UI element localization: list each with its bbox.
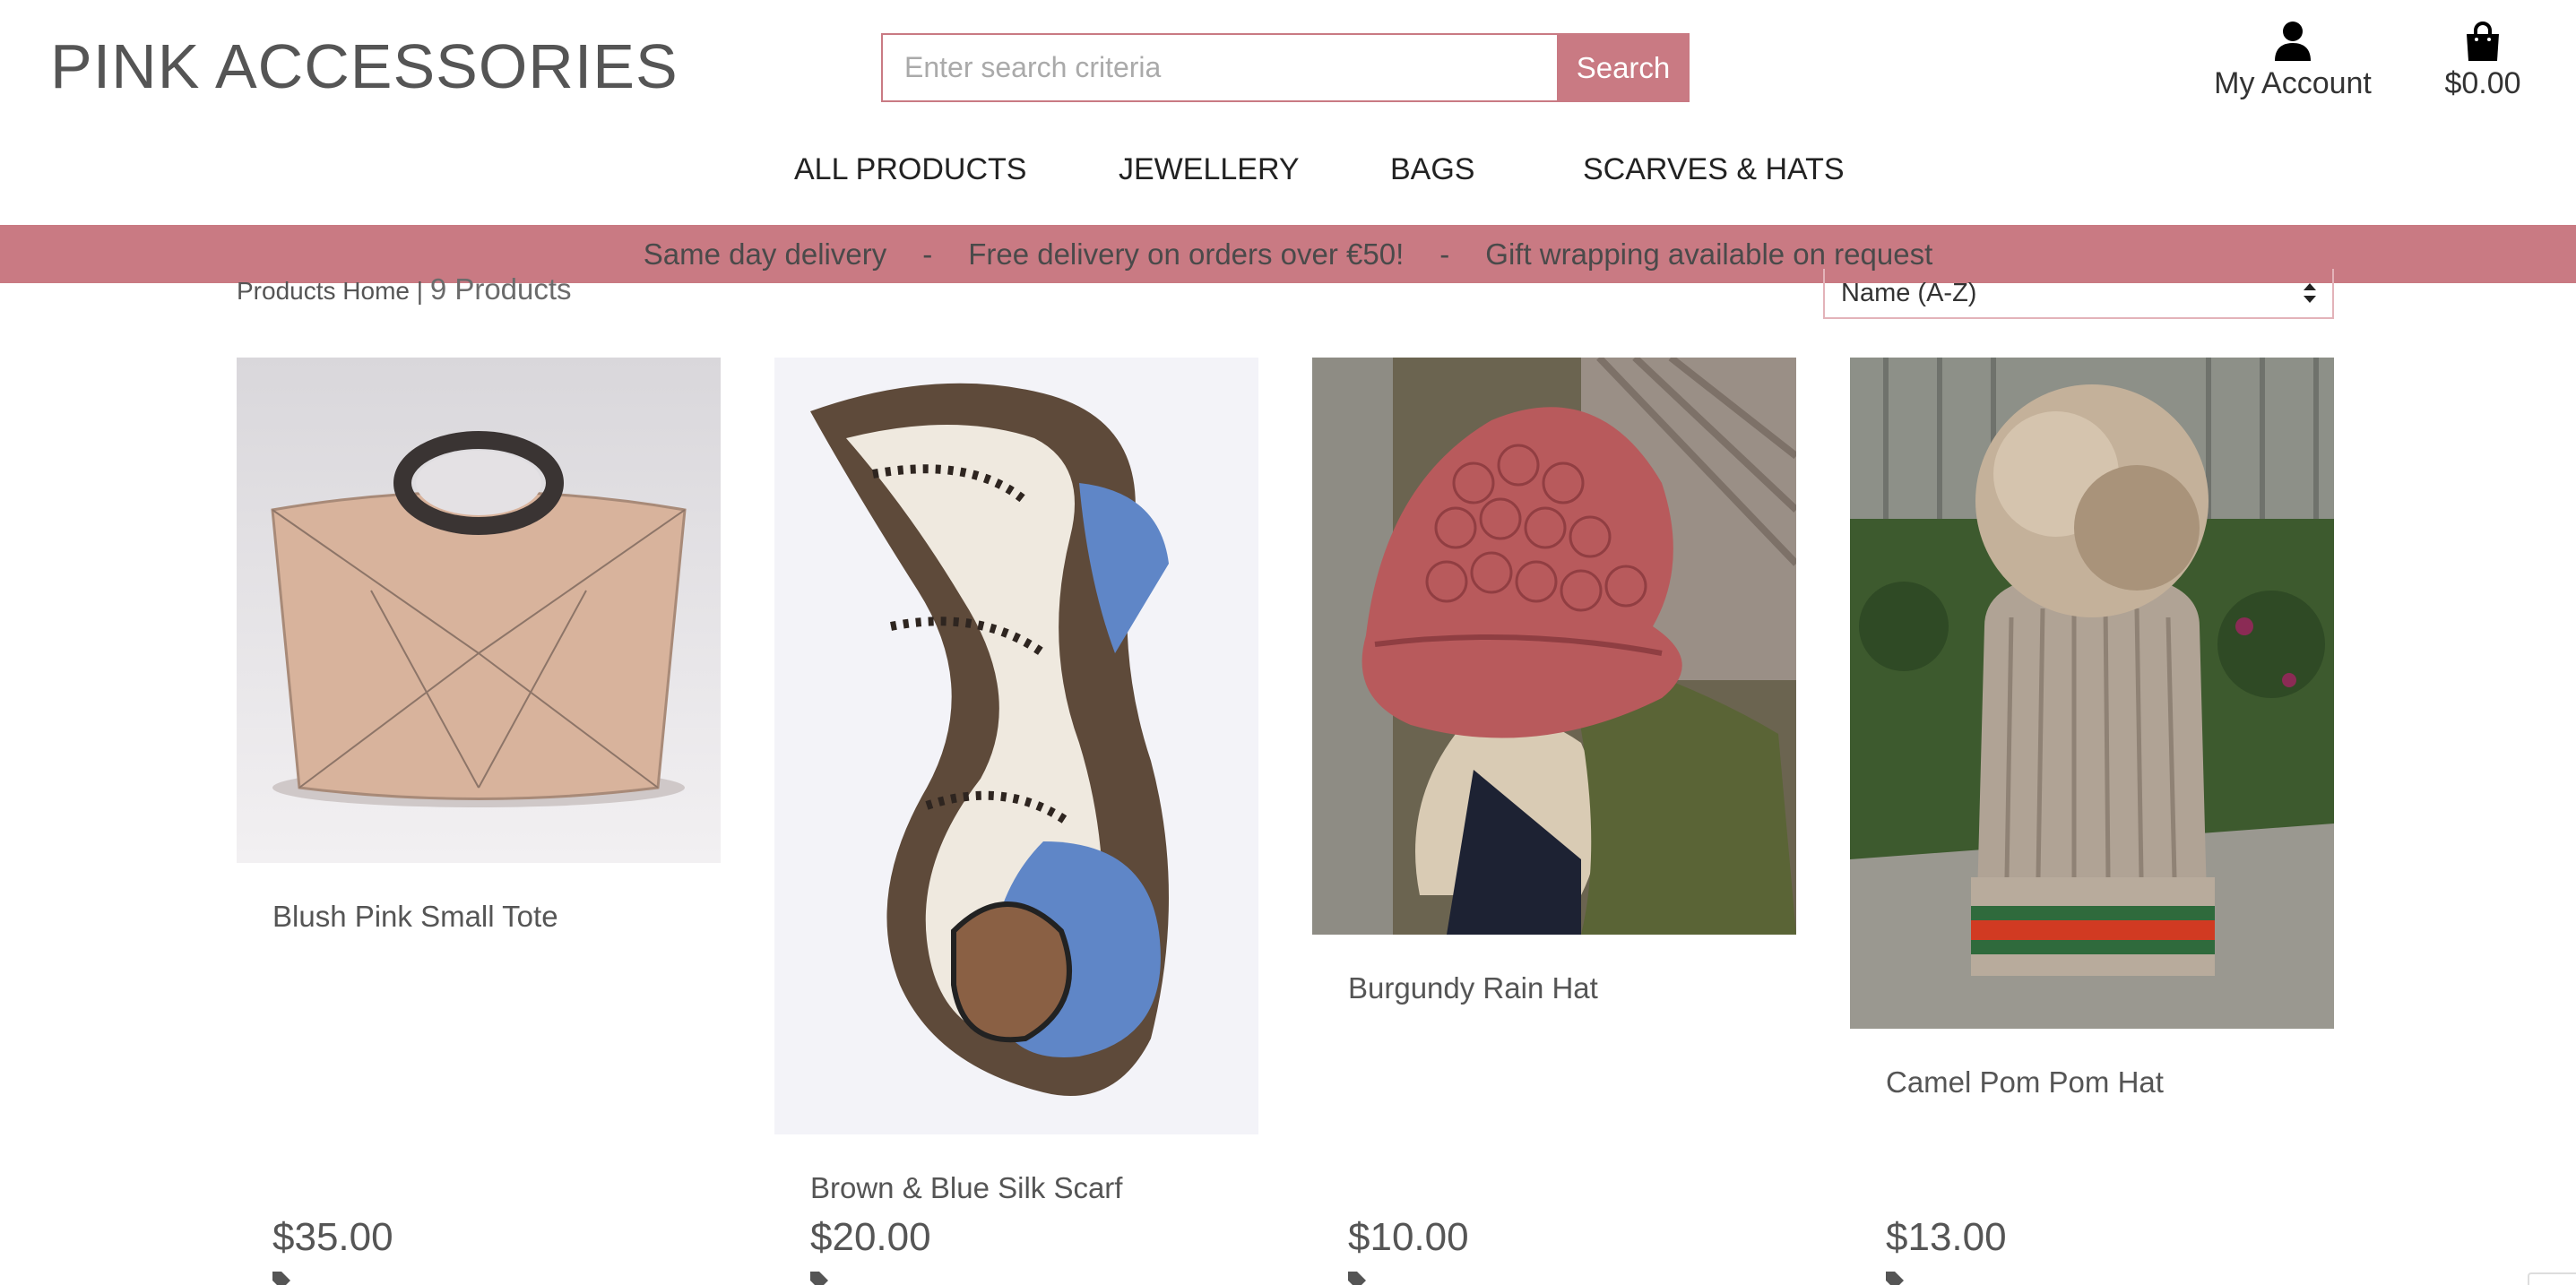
product-name[interactable]: Camel Pom Pom Hat <box>1886 1065 2164 1100</box>
product-name[interactable]: Brown & Blue Silk Scarf <box>810 1171 1122 1205</box>
sort-arrows-icon <box>2304 283 2316 303</box>
tag-icon <box>810 1271 828 1285</box>
breadcrumb: Products Home | 9 Products <box>237 272 572 306</box>
product-price: $35.00 <box>272 1215 393 1259</box>
promo-same-day-delivery: Same day delivery <box>643 237 887 271</box>
nav-jewellery[interactable]: JEWELLERY <box>1119 152 1300 187</box>
tag-icon <box>1886 1271 1904 1285</box>
sort-select[interactable]: Name (A-Z) <box>1823 269 2334 319</box>
breadcrumb-products-home[interactable]: Products Home <box>237 277 410 305</box>
search-button[interactable]: Search <box>1557 33 1690 102</box>
my-account-label: My Account <box>2214 66 2372 100</box>
tag-icon <box>1348 1271 1366 1285</box>
product-image[interactable] <box>774 358 1258 1134</box>
product-card[interactable]: Blush Pink Small Tote <box>237 358 721 1285</box>
product-image[interactable] <box>1312 358 1796 935</box>
product-name[interactable]: Burgundy Rain Hat <box>1348 971 1598 1005</box>
tag-icon <box>272 1271 290 1285</box>
search-form: Search <box>881 33 1690 102</box>
user-icon <box>2275 22 2311 61</box>
site-brand[interactable]: PINK ACCESSORIES <box>50 30 679 102</box>
shopping-cart-link[interactable]: $0.00 <box>2431 22 2535 101</box>
sort-selected-value: Name (A-Z) <box>1841 278 1977 307</box>
nav-all-products[interactable]: ALL PRODUCTS <box>794 152 1026 187</box>
shopping-bag-icon <box>2465 22 2501 61</box>
product-count: 9 Products <box>429 272 572 306</box>
product-price: $13.00 <box>1886 1215 2007 1259</box>
product-card[interactable]: Camel Pom Pom Hat <box>1850 358 2334 1285</box>
promo-free-delivery: Free delivery on orders over €50! <box>968 237 1405 271</box>
product-card[interactable]: Burgundy Rain Hat <box>1312 358 1796 1285</box>
main-navigation: ALL PRODUCTS JEWELLERY BAGS SCARVES & HA… <box>0 152 2576 197</box>
cart-total: $0.00 <box>2444 66 2521 100</box>
product-image[interactable] <box>237 358 721 863</box>
nav-bags[interactable]: BAGS <box>1390 152 1474 187</box>
product-price: $10.00 <box>1348 1215 1469 1259</box>
product-card[interactable]: Brown & Blue Silk Scarf <box>774 358 1258 1285</box>
product-price: $20.00 <box>810 1215 931 1259</box>
breadcrumb-divider: | <box>416 277 424 305</box>
promo-separator: - <box>1439 237 1450 271</box>
product-image[interactable] <box>1850 358 2334 1029</box>
product-name[interactable]: Blush Pink Small Tote <box>272 900 558 934</box>
search-input[interactable] <box>881 33 1557 102</box>
back-to-top-button[interactable] <box>2528 1272 2576 1285</box>
promo-gift-wrapping: Gift wrapping available on request <box>1485 237 1933 271</box>
promo-separator: - <box>922 237 933 271</box>
nav-scarves-hats[interactable]: SCARVES & HATS <box>1583 152 1845 187</box>
my-account-link[interactable]: My Account <box>2212 22 2373 101</box>
